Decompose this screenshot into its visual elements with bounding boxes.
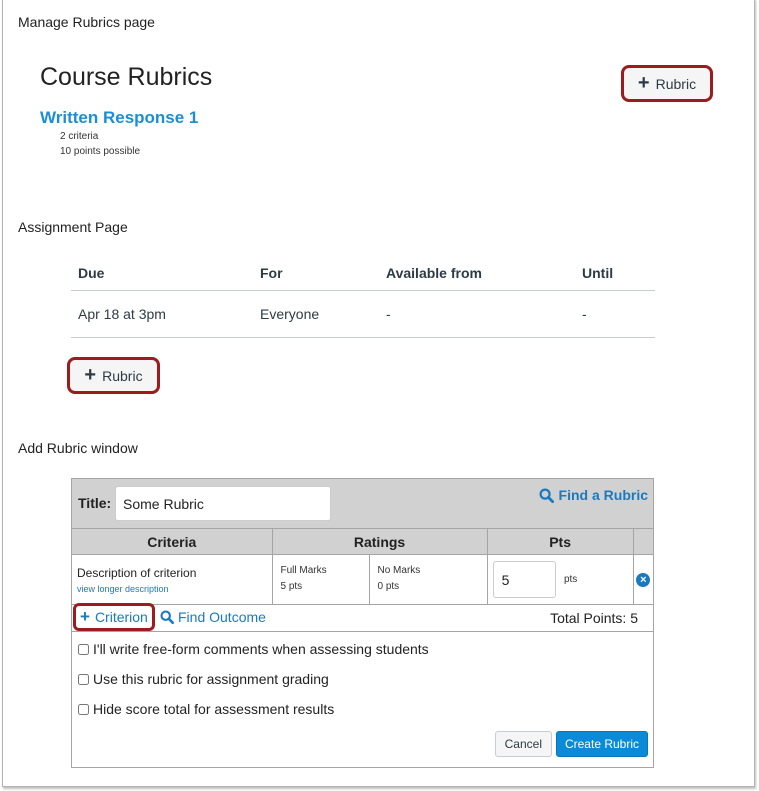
column-header-for: For xyxy=(253,257,379,291)
option-label: Hide score total for assessment results xyxy=(93,701,335,717)
cell-available-from: - xyxy=(379,290,575,338)
rubric-link[interactable]: Written Response 1 xyxy=(40,108,198,128)
option-label: I'll write free-form comments when asses… xyxy=(93,641,429,657)
cell-for: Everyone xyxy=(253,290,379,338)
section-label-add-rubric-window: Add Rubric window xyxy=(18,440,138,456)
criteria-header-row: Criteria Ratings Pts xyxy=(72,528,653,555)
cell-due: Apr 18 at 3pm xyxy=(71,290,253,338)
criterion-description-cell: Description of criterion view longer des… xyxy=(72,554,273,605)
rating-points: 5 pts xyxy=(280,581,303,592)
total-points: Total Points: 5 xyxy=(550,610,638,626)
points-cell: pts xyxy=(486,554,634,605)
create-rubric-button[interactable]: Create Rubric xyxy=(555,731,648,757)
search-icon xyxy=(160,610,174,624)
plus-icon: + xyxy=(637,71,650,94)
plus-icon: + xyxy=(84,363,97,386)
criteria-table: Criteria Ratings Pts Description of crit… xyxy=(72,528,653,605)
add-criterion-button[interactable]: + Criterion xyxy=(73,603,155,631)
find-rubric-label: Find a Rubric xyxy=(558,487,648,503)
column-header-pts: Pts xyxy=(486,528,634,555)
rubric-header: Title: Find a Rubric xyxy=(72,479,653,528)
search-icon xyxy=(539,487,554,503)
find-outcome-link[interactable]: Find Outcome xyxy=(160,609,266,625)
rating-full-marks[interactable]: Full Marks 5 pts xyxy=(271,554,370,605)
add-criterion-label: Criterion xyxy=(94,609,148,625)
free-form-comments-checkbox[interactable] xyxy=(78,643,89,655)
rating-points: 0 pts xyxy=(377,581,400,592)
find-outcome-label: Find Outcome xyxy=(178,609,266,625)
option-hide-score-total[interactable]: Hide score total for assessment results xyxy=(78,701,334,717)
rubric-points-possible: 10 points possible xyxy=(60,146,141,157)
column-header-until: Until xyxy=(575,257,655,291)
criterion-description[interactable]: Description of criterion xyxy=(77,566,196,580)
title-label: Title: xyxy=(78,495,112,511)
add-rubric-label: Rubric xyxy=(102,367,143,384)
add-rubric-label: Rubric xyxy=(655,75,697,92)
view-longer-description-link[interactable]: view longer description xyxy=(77,584,267,594)
find-rubric-link[interactable]: Find a Rubric xyxy=(539,487,648,503)
points-input[interactable] xyxy=(492,561,556,598)
add-rubric-button-course[interactable]: + Rubric xyxy=(621,65,713,102)
table-header-row: Due For Available from Until xyxy=(71,257,655,291)
column-header-available-from: Available from xyxy=(379,257,575,291)
option-free-form-comments[interactable]: I'll write free-form comments when asses… xyxy=(78,641,429,657)
close-circle-icon[interactable]: × xyxy=(636,573,651,587)
use-for-grading-checkbox[interactable] xyxy=(78,673,89,685)
column-header-criteria: Criteria xyxy=(72,528,273,555)
page-title: Course Rubrics xyxy=(40,63,213,91)
add-rubric-button-assignment[interactable]: + Rubric xyxy=(67,357,160,394)
section-label-assignment-page: Assignment Page xyxy=(18,219,128,235)
add-rubric-window: Title: Find a Rubric Criteria Ratings Pt… xyxy=(71,478,654,768)
assignment-dates-table: Due For Available from Until Apr 18 at 3… xyxy=(71,257,655,338)
column-header-delete xyxy=(632,528,653,555)
column-header-due: Due xyxy=(71,257,253,291)
cell-until: - xyxy=(575,290,655,338)
column-header-ratings: Ratings xyxy=(271,528,488,555)
hide-score-total-checkbox[interactable] xyxy=(78,703,89,715)
criteria-actions-row: + Criterion Find Outcome Total Points: 5 xyxy=(72,603,653,632)
cancel-button[interactable]: Cancel xyxy=(494,731,552,757)
rubric-criteria-count: 2 criteria xyxy=(60,131,99,142)
rubric-title-input[interactable] xyxy=(115,486,331,521)
delete-cell: × xyxy=(632,554,653,605)
criterion-row: Description of criterion view longer des… xyxy=(72,554,653,605)
table-row: Apr 18 at 3pm Everyone - - xyxy=(71,290,655,338)
option-use-for-grading[interactable]: Use this rubric for assignment grading xyxy=(78,671,329,687)
section-label-manage-rubrics: Manage Rubrics page xyxy=(18,14,155,30)
points-unit: pts xyxy=(563,574,578,585)
rating-label: No Marks xyxy=(377,565,421,576)
plus-icon: + xyxy=(80,607,90,626)
option-label: Use this rubric for assignment grading xyxy=(93,671,329,687)
rating-no-marks[interactable]: No Marks 0 pts xyxy=(368,554,488,605)
rating-label: Full Marks xyxy=(280,565,327,576)
